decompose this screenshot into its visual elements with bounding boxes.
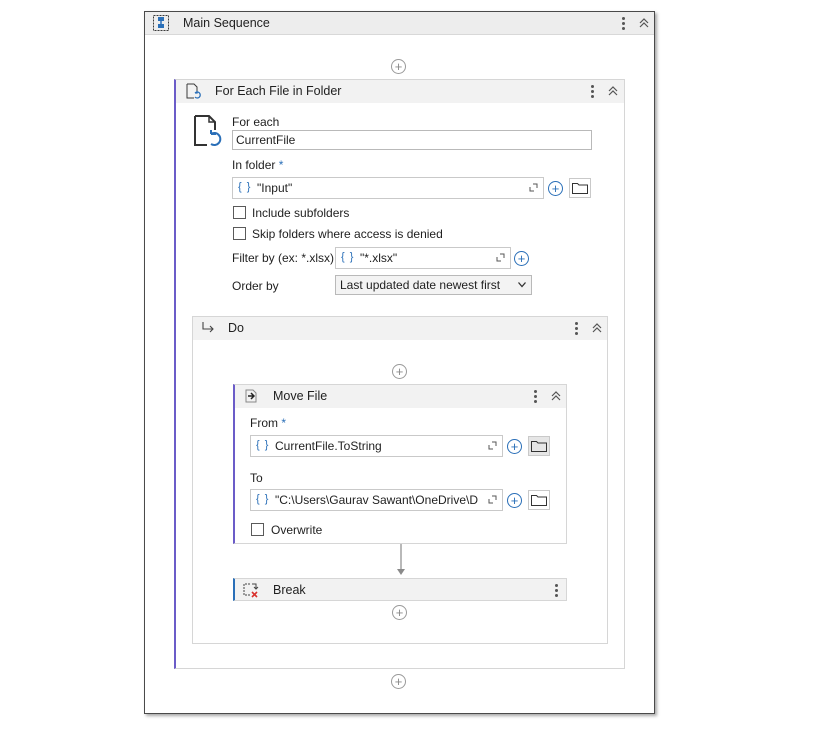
break-activity[interactable]: Break [233, 578, 567, 601]
filter-input[interactable]: { } "*.xlsx" [335, 247, 511, 269]
filter-add-icon[interactable]: + [514, 251, 529, 266]
break-title: Break [273, 583, 306, 597]
folder-icon [531, 495, 547, 506]
folder-icon [531, 441, 547, 452]
overwrite-checkbox[interactable] [251, 523, 264, 536]
move-file-activity: Move File From * { } CurrentFile.ToStrin… [233, 384, 567, 544]
expand-editor-icon[interactable] [496, 253, 505, 262]
move-file-header[interactable]: Move File [235, 385, 566, 408]
from-input[interactable]: { } CurrentFile.ToString [250, 435, 503, 457]
do-arrow-icon [201, 321, 215, 335]
overwrite-label: Overwrite [271, 523, 323, 537]
move-file-title: Move File [273, 389, 328, 403]
in-folder-label: In folder * [232, 158, 284, 172]
break-menu-icon[interactable] [550, 581, 562, 599]
do-header[interactable]: Do [193, 317, 607, 340]
order-by-select[interactable]: Last updated date newest first [335, 275, 532, 295]
to-label: To [250, 471, 263, 485]
to-browse-button[interactable] [528, 490, 550, 510]
in-folder-value: "Input" [257, 181, 293, 195]
main-sequence-header[interactable]: Main Sequence [145, 12, 654, 35]
connector-arrow [395, 544, 407, 578]
for-each-title: For Each File in Folder [215, 84, 342, 98]
move-file-collapse-icon[interactable] [549, 387, 563, 405]
for-each-large-icon [193, 114, 223, 148]
filter-value: "*.xlsx" [360, 251, 398, 265]
do-title: Do [228, 321, 244, 335]
from-browse-button[interactable] [528, 436, 550, 456]
skip-folders-checkbox[interactable] [233, 227, 246, 240]
do-menu-icon[interactable] [570, 319, 582, 337]
move-file-menu-icon[interactable] [529, 387, 541, 405]
for-each-collapse-icon[interactable] [606, 82, 620, 100]
in-folder-browse-button[interactable] [569, 178, 591, 198]
include-subfolders-checkbox[interactable] [233, 206, 246, 219]
add-activity-do-bottom-icon[interactable]: + [392, 605, 407, 620]
main-sequence-title: Main Sequence [183, 16, 270, 30]
from-value: CurrentFile.ToString [275, 439, 382, 453]
in-folder-input[interactable]: { } "Input" [232, 177, 544, 199]
expand-editor-icon[interactable] [529, 183, 538, 192]
break-icon [243, 583, 259, 598]
to-add-icon[interactable]: + [507, 493, 522, 508]
to-value: "C:\Users\Gaurav Sawant\OneDrive\De [275, 493, 478, 507]
for-each-label: For each [232, 115, 280, 129]
for-each-file-activity: For Each File in Folder For each Current… [174, 79, 625, 669]
folder-icon [572, 183, 588, 194]
include-subfolders-label: Include subfolders [252, 206, 350, 220]
for-each-variable-input[interactable]: CurrentFile [232, 130, 592, 150]
to-input[interactable]: { } "C:\Users\Gaurav Sawant\OneDrive\De [250, 489, 503, 511]
in-folder-add-icon[interactable]: + [548, 181, 563, 196]
do-container: Do + Move File From * {} CurrentFile.To… [192, 316, 608, 644]
skip-folders-label: Skip folders where access is denied [252, 227, 443, 241]
chevron-down-icon [518, 282, 526, 288]
do-collapse-icon[interactable] [590, 319, 604, 337]
from-label: From * [250, 416, 287, 430]
expand-editor-icon[interactable] [488, 441, 497, 450]
filter-label: Filter by (ex: *.xlsx) [232, 251, 335, 265]
main-sequence-menu-icon[interactable] [617, 14, 629, 32]
move-file-icon [243, 389, 259, 403]
main-sequence-collapse-icon[interactable] [637, 14, 651, 32]
from-add-icon[interactable]: + [507, 439, 522, 454]
expand-editor-icon[interactable] [488, 495, 497, 504]
for-each-file-icon [185, 83, 201, 99]
order-by-label: Order by [232, 279, 279, 293]
for-each-header[interactable]: For Each File in Folder [176, 80, 624, 103]
add-activity-bottom-icon[interactable]: + [391, 674, 406, 689]
add-activity-do-top-icon[interactable]: + [392, 364, 407, 379]
sequence-icon [153, 15, 169, 31]
add-activity-top-icon[interactable]: + [391, 59, 406, 74]
for-each-menu-icon[interactable] [586, 82, 598, 100]
main-sequence-container: Main Sequence + For Each File in Folder [144, 11, 655, 714]
